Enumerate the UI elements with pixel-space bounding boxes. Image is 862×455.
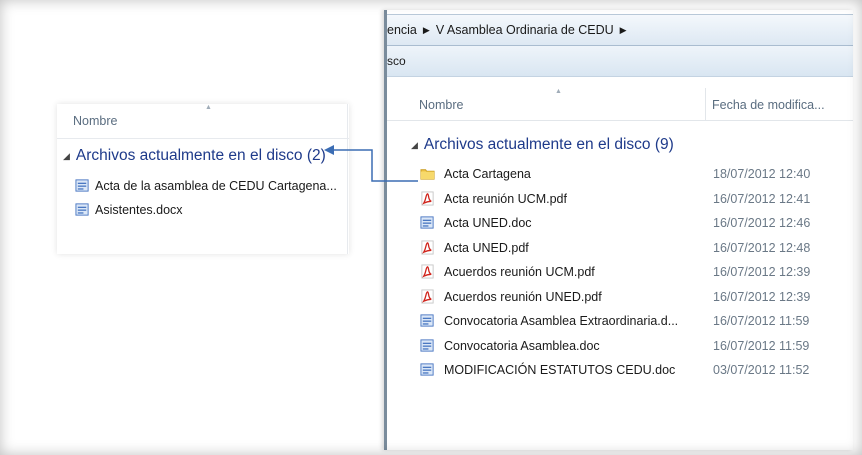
file-row[interactable]: Acta reunión UCM.pdf 16/07/2012 12:41 [387,187,853,212]
breadcrumb-segment-parent[interactable]: encia [387,23,417,37]
file-row[interactable]: Convocatoria Asamblea Extraordinaria.d..… [387,309,853,334]
word-doc-icon [75,179,89,192]
file-name: Convocatoria Asamblea Extraordinaria.d..… [444,314,679,328]
word-doc-icon [420,215,435,230]
file-name: Asistentes.docx [95,203,183,217]
group-header-left[interactable]: ◢ Archivos actualmente en el disco (2) [63,147,326,165]
group-header-label: Archivos actualmente en el disco (2) [75,147,326,164]
file-date: 16/07/2012 11:59 [713,338,810,353]
file-date: 16/07/2012 11:59 [713,314,810,328]
column-header-name[interactable]: Nombre [73,114,117,128]
file-name: Acta reunión UCM.pdf [444,191,567,206]
breadcrumb-arrow-icon[interactable]: ▶ [423,25,430,36]
file-row[interactable]: MODIFICACIÓN ESTATUTOS CEDU.doc 03/07/201… [387,358,853,383]
file-date: 16/07/2012 12:39 [713,289,811,304]
sort-arrow-icon: ▲ [205,104,212,111]
collapse-triangle-icon[interactable]: ◢ [63,151,70,162]
word-doc-icon [420,313,435,328]
group-header-right[interactable]: ◢ Archivos actualmente en el disco (9) [411,136,674,154]
file-row[interactable]: Acta UNED.doc 16/07/2012 12:46 [387,211,853,236]
file-date: 16/07/2012 12:48 [713,240,811,255]
word-doc-icon [420,362,435,377]
explorer-window-right: encia ▶ V Asamblea Ordinaria de CEDU ▶ s… [384,10,853,450]
pdf-icon [420,239,435,255]
column-header-row: ▲ Nombre [57,104,349,139]
file-row[interactable]: Acuerdos reunión UCM.pdf 16/07/2012 12:39 [387,260,853,285]
column-header-row: ▲ Nombre Fecha de modifica... [387,88,853,121]
file-row[interactable]: Acta Cartagena 18/07/2012 12:40 [387,162,853,187]
word-doc-icon [420,338,435,353]
file-row[interactable]: Convocatoria Asamblea.doc 16/07/2012 11:5… [387,334,853,359]
file-name: Acta de la asamblea de CEDU Cartagena... [95,179,337,193]
column-header-name[interactable]: Nombre [419,98,463,112]
pdf-icon [420,264,435,279]
folder-icon [420,166,435,181]
file-row[interactable]: Acuerdos reunión UNED.pdf 16/07/2012 12:3… [387,285,853,310]
column-divider[interactable] [705,88,706,120]
file-name: Acuerdos reunión UCM.pdf [444,265,595,279]
sort-arrow-icon: ▲ [555,88,562,95]
word-doc-icon [75,203,89,216]
collapse-triangle-icon[interactable]: ◢ [411,140,418,151]
toolbar-label[interactable]: sco [387,54,406,68]
pdf-icon [420,288,435,304]
file-name: Convocatoria Asamblea.doc [444,338,600,353]
file-date: 03/07/2012 11:52 [713,363,810,377]
file-name: Acta UNED.doc [444,216,532,230]
file-date: 18/07/2012 12:40 [713,167,811,181]
file-list: Acta Cartagena 18/07/2012 12:40 Acta reuni… [387,162,853,383]
breadcrumb-arrow-icon[interactable]: ▶ [620,25,627,36]
toolbar: sco [387,46,853,77]
column-header-date[interactable]: Fecha de modifica... [712,98,825,112]
column-divider[interactable] [347,104,348,254]
group-header-label: Archivos actualmente en el disco (9) [423,136,674,153]
file-row[interactable]: Acta UNED.pdf 16/07/2012 12:48 [387,236,853,261]
breadcrumb-segment-current[interactable]: V Asamblea Ordinaria de CEDU [436,23,614,37]
explorer-window-left: ▲ Nombre ◢ Archivos actualmente en el di… [57,104,349,254]
file-name: Acta UNED.pdf [444,240,529,255]
file-date: 16/07/2012 12:41 [713,191,811,206]
list-item[interactable]: Asistentes.docx [75,202,183,217]
file-name: MODIFICACIÓN ESTATUTOS CEDU.doc [444,363,676,377]
pdf-icon [420,190,435,206]
file-date: 16/07/2012 12:46 [713,216,811,230]
list-item[interactable]: Acta de la asamblea de CEDU Cartagena... [75,178,337,193]
file-name: Acuerdos reunión UNED.pdf [444,289,602,304]
address-bar[interactable]: encia ▶ V Asamblea Ordinaria de CEDU ▶ [387,14,853,46]
file-name: Acta Cartagena [444,167,531,181]
file-date: 16/07/2012 12:39 [713,265,811,279]
